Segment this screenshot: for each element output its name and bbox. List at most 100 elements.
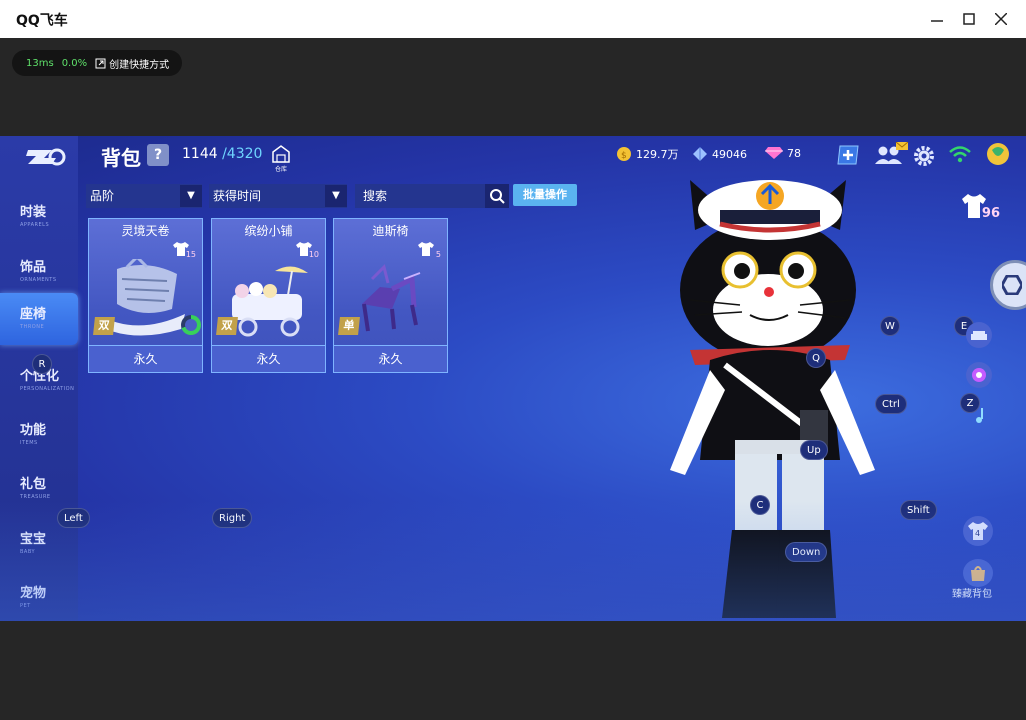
item-star-count: 15 bbox=[185, 250, 196, 259]
maximize-button[interactable] bbox=[952, 0, 986, 38]
key-hint-right: Right bbox=[212, 508, 253, 528]
item-type-tag: 双 bbox=[93, 317, 115, 335]
sidebar-item-items[interactable]: 功能 ITEMS bbox=[0, 409, 78, 459]
sidebar-item-sublabel: ORNAMENTS bbox=[20, 277, 57, 283]
effects-button[interactable] bbox=[966, 362, 992, 388]
item-name: 缤纷小铺 bbox=[244, 224, 293, 238]
sidebar-item-ornaments[interactable]: 饰品 ORNAMENTS bbox=[0, 246, 78, 296]
page-title: 背包 bbox=[101, 146, 141, 170]
sidebar-item-treasure[interactable]: 礼包 TREASURE bbox=[0, 463, 78, 513]
window-title: QQ飞车 bbox=[16, 13, 68, 29]
sort-dropdown[interactable]: 获得时间 ▼ bbox=[209, 184, 347, 208]
sidebar-item-baby[interactable]: 宝宝 BABY bbox=[0, 518, 78, 568]
qq-avatar-icon bbox=[987, 143, 1009, 165]
warehouse-label: 仓库 bbox=[274, 166, 287, 173]
qq-profile-button[interactable] bbox=[986, 142, 1010, 166]
sidebar-item-sublabel: PET bbox=[20, 603, 31, 609]
friends-icon bbox=[875, 141, 909, 164]
batch-operation-button[interactable]: 批量操作 bbox=[513, 184, 577, 206]
outfit-count: 4 bbox=[975, 529, 980, 538]
hexagon-icon bbox=[1002, 275, 1022, 295]
create-shortcut-label: 创建快捷方式 bbox=[109, 59, 170, 71]
minimize-icon bbox=[931, 20, 943, 22]
wardrobe-badge[interactable]: 96 bbox=[960, 192, 1000, 226]
create-shortcut-button[interactable]: 创建快捷方式 bbox=[95, 56, 169, 71]
collection-bag-button[interactable] bbox=[963, 559, 993, 587]
diamond-icon bbox=[765, 147, 783, 159]
item-duration: 永久 bbox=[89, 345, 202, 372]
friends-button[interactable] bbox=[874, 141, 910, 166]
key-hint-r: R bbox=[32, 354, 52, 374]
minimize-button[interactable] bbox=[920, 0, 954, 38]
item-star-badge: 5 bbox=[417, 241, 441, 261]
maximize-icon bbox=[963, 13, 975, 25]
window-titlebar: QQ飞车 bbox=[0, 0, 1026, 38]
close-icon bbox=[995, 13, 1007, 25]
coin-icon: $ bbox=[617, 147, 631, 161]
item-type-tag: 双 bbox=[216, 317, 238, 335]
key-hint-q: Q bbox=[806, 348, 826, 368]
search-placeholder: 搜索 bbox=[363, 189, 388, 203]
gear-icon bbox=[914, 146, 934, 166]
music-button[interactable] bbox=[966, 402, 992, 428]
warehouse-button[interactable]: 仓库 bbox=[270, 144, 292, 173]
crystal-icon bbox=[693, 147, 707, 161]
camera-rotate-button[interactable] bbox=[990, 260, 1026, 310]
sofa-button[interactable] bbox=[966, 322, 992, 348]
item-star-count: 5 bbox=[435, 250, 441, 259]
sparkle-icon bbox=[972, 368, 986, 382]
key-hint-c: C bbox=[750, 495, 770, 515]
close-button[interactable] bbox=[984, 0, 1018, 38]
outfit-button[interactable]: 4 bbox=[963, 516, 993, 546]
player-character-avatar bbox=[670, 180, 875, 618]
bag-capacity: 1144 /4320 bbox=[182, 146, 262, 162]
sidebar-item-label: 功能 bbox=[20, 423, 47, 438]
key-hint-w: W bbox=[880, 316, 900, 336]
chevron-down-icon: ▼ bbox=[180, 185, 202, 207]
chevron-down-icon: ▼ bbox=[325, 185, 347, 207]
settings-button[interactable] bbox=[912, 144, 936, 168]
sidebar-item-label: 宝宝 bbox=[20, 532, 47, 547]
item-star-badge: 15 bbox=[172, 241, 196, 261]
sidebar-item-sublabel: TREASURE bbox=[20, 494, 51, 500]
bag-icon bbox=[971, 566, 985, 581]
progress-ring bbox=[181, 315, 201, 335]
add-currency-button[interactable] bbox=[836, 143, 860, 167]
item-card[interactable]: 缤纷小铺 10 双 永久 bbox=[211, 218, 326, 373]
shirt-icon: 4 bbox=[968, 522, 988, 540]
item-name: 迪斯椅 bbox=[372, 224, 409, 238]
warehouse-icon bbox=[272, 145, 290, 163]
sidebar-item-pet[interactable]: 宠物 PET bbox=[0, 572, 78, 621]
sidebar-item-sublabel: BABY bbox=[20, 549, 36, 555]
key-hint-shift: Shift bbox=[900, 500, 937, 520]
crystal-amount: 49046 bbox=[712, 147, 747, 161]
sidebar-item-sublabel: THRONE bbox=[20, 324, 45, 330]
search-icon bbox=[490, 189, 505, 204]
item-card[interactable]: 灵境天卷 15 双 永久 bbox=[88, 218, 203, 373]
sidebar-item-apparels[interactable]: 时装 APPARELS bbox=[0, 191, 78, 241]
game-logo-icon bbox=[26, 148, 66, 166]
diamond-balance: 78 bbox=[765, 146, 801, 160]
wifi-indicator bbox=[948, 144, 972, 168]
key-hint-down: Down bbox=[785, 542, 828, 562]
key-hint-ctrl: Ctrl bbox=[875, 394, 907, 414]
item-card[interactable]: 迪斯椅 5 单 永久 bbox=[333, 218, 448, 373]
svg-text:$: $ bbox=[621, 151, 627, 161]
rarity-dropdown[interactable]: 品阶 ▼ bbox=[86, 184, 202, 208]
search-input[interactable]: 搜索 bbox=[355, 184, 485, 208]
coin-balance: $ 129.7万 bbox=[616, 146, 679, 162]
rarity-dropdown-value: 品阶 bbox=[90, 189, 115, 203]
sidebar-item-label: 时装 bbox=[20, 205, 47, 220]
key-hint-up: Up bbox=[800, 440, 828, 460]
wardrobe-count: 96 bbox=[981, 206, 1000, 221]
search-button[interactable] bbox=[485, 184, 509, 208]
item-star-count: 10 bbox=[308, 250, 319, 259]
plus-icon bbox=[837, 145, 859, 165]
sidebar-item-sublabel: PERSONALIZATION bbox=[20, 386, 75, 392]
sidebar-item-label: 座椅 bbox=[20, 307, 47, 322]
help-button[interactable]: ? bbox=[147, 144, 169, 166]
packet-loss-text: 0.0% bbox=[61, 57, 88, 69]
sidebar-item-sublabel: ITEMS bbox=[20, 440, 38, 446]
sidebar-item-throne[interactable]: 座椅 THRONE bbox=[0, 293, 78, 345]
crystal-balance: 49046 bbox=[692, 146, 747, 162]
